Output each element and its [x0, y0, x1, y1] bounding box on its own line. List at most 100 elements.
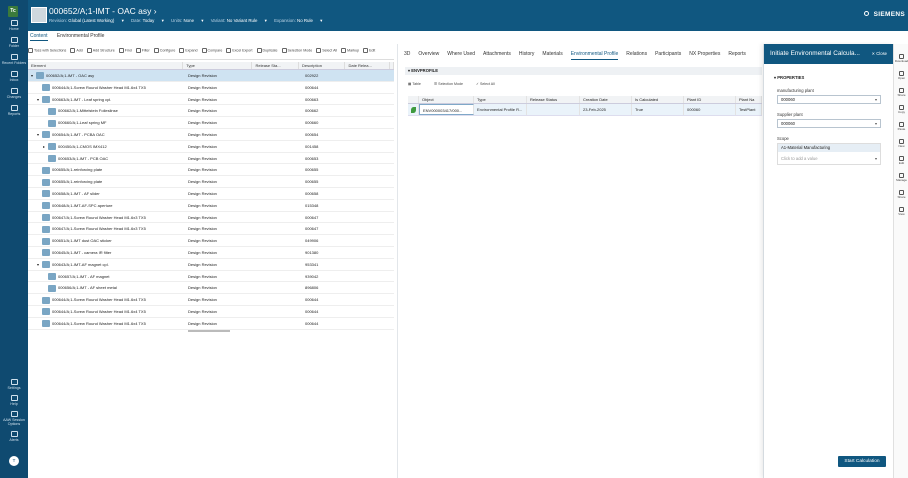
table-row[interactable]: 000644/A;1-Screw Round Washer Head M1.6x… [28, 294, 394, 306]
col-object[interactable]: Object [419, 96, 474, 103]
col-date-released[interactable]: Date Relea... [345, 62, 390, 69]
element-cell[interactable]: 000657/A;1-IMT - AF magnet [28, 271, 185, 282]
rail-copy-button[interactable]: Copy [894, 105, 908, 114]
table-row[interactable]: 000644/A;1-Screw Round Washer Head M1.6x… [28, 306, 394, 318]
element-cell[interactable]: 000647/A;1-Screw Round Washer Head M1.6x… [28, 212, 185, 223]
toolbar-excel-export-button[interactable]: Excel Export [226, 48, 253, 53]
scope-add-input[interactable]: Click to add a value [778, 155, 880, 164]
rail-share-button[interactable]: Share [894, 190, 908, 199]
nav-item-inbox[interactable]: Inbox [0, 71, 28, 82]
table-row[interactable]: 000647/A;1-Screw Round Washer Head M1.6x… [28, 212, 394, 224]
element-cell[interactable]: 000647/A;1-Screw Round Washer Head M1.6x… [28, 223, 185, 234]
rail-manage-button[interactable]: Manage [894, 173, 908, 182]
element-cell[interactable]: ▾ 000643/A;1-IMT-AF magnet cpl. [28, 259, 185, 270]
table-row[interactable]: 000662/A;1-Mittelstein Folieslinse Design… [28, 105, 394, 118]
col-element[interactable]: Element [28, 62, 184, 69]
table-row[interactable]: 000657/A;1-IMT - AF magnet Design Revisio… [28, 271, 394, 283]
col-release-status[interactable]: Release Status [527, 96, 580, 103]
rail-new-button[interactable]: New [894, 139, 908, 148]
table-view-button[interactable]: ▦ Table [408, 82, 427, 86]
table-row[interactable]: 000645/A;1-IMT - camera IR filter Design … [28, 247, 394, 259]
element-cell[interactable]: ▾ 000663/A;1-IMT - Leaf spring cpl. [28, 94, 185, 105]
toolbar-duplicate-button[interactable]: Duplicate [256, 48, 278, 53]
toolbar-filter-button[interactable]: Filter [135, 48, 150, 53]
tab-participants[interactable]: Participants [655, 51, 681, 57]
table-row[interactable]: 000653/A;1-IMT - PCB OAC Design Revision 0… [28, 153, 394, 165]
element-cell[interactable]: 000651/A;1-IMT dust OAC sticker [28, 235, 185, 246]
toolbar-select-all-button[interactable]: Select All [316, 48, 337, 53]
start-calculation-button[interactable]: Start Calculation [838, 456, 886, 467]
tab-content[interactable]: Content [30, 33, 48, 41]
nav-item-help[interactable]: Help [0, 395, 28, 406]
tab-environmental-profile[interactable]: Environmental Profile [570, 51, 619, 60]
element-cell[interactable]: 000656/A;1-IMT - AF sheet metal [28, 282, 185, 293]
col-creation-date[interactable]: Creation Date [580, 96, 632, 103]
app-logo[interactable]: Tc [8, 6, 18, 17]
toolbar-edit-button[interactable]: Edit [363, 48, 375, 53]
col-release-effectivity[interactable]: Release Effectivity [390, 62, 394, 69]
nav-item-reports[interactable]: Reports [0, 105, 28, 116]
properties-section[interactable]: ▾ PROPERTIES [774, 75, 804, 80]
table-row[interactable]: ▾ 000652/A;1-IMT - OAC asy Design Revision… [28, 70, 394, 82]
nav-item-home[interactable]: Home [0, 20, 28, 31]
object-cell[interactable]: ENV000003417/000... [419, 104, 474, 115]
col-is-calculated[interactable]: Is Calculated [632, 96, 684, 103]
toolbar-toss-with-selections-button[interactable]: Toss with Selections [28, 48, 66, 53]
date-rule[interactable]: Date: Today ▾ [131, 18, 164, 23]
element-cell[interactable]: 000645/A;1-IMT - camera IR filter [28, 247, 185, 258]
rail-view-button[interactable]: View [894, 207, 908, 216]
expansion-rule[interactable]: Expansion: No Rule ▾ [274, 18, 322, 23]
rail-share-button[interactable]: Share [894, 88, 908, 97]
element-cell[interactable]: 000644/A;1-Screw Round Washer Head M1.6x… [28, 306, 185, 317]
element-cell[interactable]: 000644/A;1-Screw Round Washer Head M1.6x… [28, 294, 185, 305]
table-row[interactable]: 000655/A;1-reinforcing plate Design Revis… [28, 176, 394, 188]
table-row[interactable]: 000656/A;1-IMT - AF sheet metal Design Re… [28, 282, 394, 295]
element-cell[interactable]: ▾ 000652/A;1-IMT - OAC asy [28, 70, 185, 81]
scope-chip[interactable]: A1-Material Manufacturing [778, 144, 880, 152]
nav-item-recent-folders[interactable]: Recent Folders [0, 54, 28, 65]
table-row[interactable]: ▾ 000663/A;1-IMT - Leaf spring cpl. Design… [28, 94, 394, 106]
tab-3d[interactable]: 3D [404, 51, 410, 57]
toolbar-add-button[interactable]: Add [70, 48, 83, 53]
toolbar-configure-button[interactable]: Configure [153, 48, 175, 53]
table-row[interactable]: 000660/A;1-Leaf spring MF Design Revision… [28, 117, 394, 129]
element-cell[interactable]: 000662/A;1-Mittelstein Folieslinse [28, 105, 185, 116]
nav-item-settings[interactable]: Settings [0, 379, 28, 390]
toolbar-markup-button[interactable]: Markup [341, 48, 359, 53]
tab-materials[interactable]: Materials [542, 51, 562, 57]
table-row[interactable]: 000651/A;1-IMT dust OAC sticker Design Re… [28, 235, 394, 247]
nav-item-folder[interactable]: Folder [0, 37, 28, 48]
toolbar-expand-button[interactable]: Expand [179, 48, 198, 53]
tab-environmental-profile[interactable]: Environmental Profile [57, 33, 105, 39]
element-cell[interactable]: ▾ 000654/A;1-IMT - PCBA OAC [28, 129, 185, 140]
tab-nx-properties[interactable]: NX Properties [689, 51, 720, 57]
nav-item-aaw-session-options[interactable]: AAW Session Options [0, 411, 28, 426]
element-cell[interactable]: 000658/A;1-IMT - AF slider [28, 188, 185, 199]
variant-rule[interactable]: Variant: No Variant Rule ▾ [211, 18, 267, 23]
col-description[interactable]: Description [299, 62, 346, 69]
table-row[interactable]: ENV000003417/000... Environmental Profil… [408, 104, 762, 116]
table-row[interactable]: 000644/A;1-Screw Round Washer Head M1.6x… [28, 82, 394, 94]
rail-open-button[interactable]: Open [894, 71, 908, 80]
close-button[interactable]: ✕ Close [872, 44, 887, 64]
supplier-plant-select[interactable]: 000060 [777, 119, 881, 128]
element-cell[interactable]: 000648/A;1-IMT-AF-SPC aperture [28, 200, 185, 211]
table-row[interactable]: 000658/A;1-IMT - AF slider Design Revisio… [28, 188, 394, 200]
toolbar-add-structure-button[interactable]: Add Structure [86, 48, 115, 53]
element-cell[interactable]: 000644/A;1-Screw Round Washer Head M1.6x… [28, 318, 185, 329]
nav-item-alerts[interactable]: Alerts [0, 431, 28, 442]
rail-edit-button[interactable]: Edit [894, 156, 908, 165]
tab-where-used[interactable]: Where Used [447, 51, 475, 57]
col-type[interactable]: Type [474, 96, 527, 103]
table-row[interactable]: ▾ 000643/A;1-IMT-AF magnet cpl. Design Rev… [28, 259, 394, 271]
selection-mode-button[interactable]: ☰ Selection Mode [434, 82, 469, 86]
rail-paste-button[interactable]: Paste [894, 122, 908, 131]
table-row[interactable]: 000647/A;1-Screw Round Washer Head M1.6x… [28, 223, 394, 236]
avatar[interactable]: T [9, 456, 19, 466]
revision-rule[interactable]: Revision: Global (Latest Working) ▾ [49, 18, 124, 23]
envprofile-section-header[interactable]: ▾ ENVPROFILE [405, 67, 762, 75]
mfg-plant-select[interactable]: 000060 [777, 95, 881, 104]
table-row[interactable]: 000655/A;1-reinforcing plate Design Revis… [28, 164, 394, 177]
search-icon[interactable] [864, 11, 869, 16]
col-release-status[interactable]: Release Sta... [252, 62, 299, 69]
